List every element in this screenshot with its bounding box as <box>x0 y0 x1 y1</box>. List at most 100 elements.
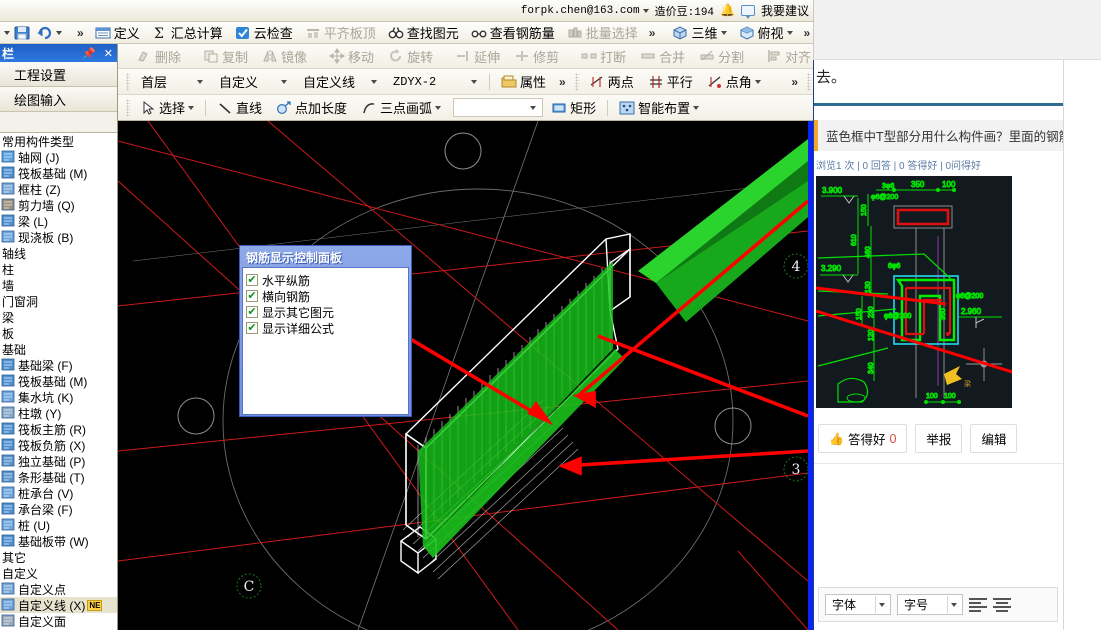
toolbar-button-copy[interactable]: 复制 <box>197 46 254 66</box>
nav-button-project-settings[interactable]: 工程设置 <box>0 62 117 87</box>
toolbar-button-rotate[interactable]: 旋转 <box>382 46 439 66</box>
checkbox[interactable]: ✔ <box>246 306 258 318</box>
toolbar-overflow-4[interactable]: » <box>554 75 571 89</box>
align-center-icon[interactable] <box>993 597 1011 612</box>
cad-drawing-image[interactable]: 3.900 3.290 2.960 3φ6 350 100 φ6@200 150… <box>816 176 1012 408</box>
toolbar-overflow-1[interactable]: » <box>644 26 661 40</box>
tree-item-17[interactable]: 柱墩 (Y) <box>0 405 117 421</box>
toolbar-button-extend[interactable]: 延伸 <box>449 46 506 66</box>
undo-caret-icon[interactable] <box>56 30 62 35</box>
toolbar-button-view-rebar-qty[interactable]: 查看钢筋量 <box>465 23 561 43</box>
toolbar-button-split[interactable]: 分割 <box>693 46 750 66</box>
component-tree[interactable]: 常用构件类型 轴网 (J) 筏板基础 (M) 框柱 (Z) 剪力墙 (Q) 梁 (L) 现浇… <box>0 132 117 630</box>
rebar-option-row-1[interactable]: ✔ 横向钢筋 <box>246 288 405 304</box>
chevron-down-icon[interactable] <box>280 79 287 84</box>
draw-parallel-button[interactable]: 平行 <box>642 72 699 92</box>
suggest-button[interactable]: 我要建议 <box>761 2 809 19</box>
chevron-down-icon[interactable] <box>754 79 761 84</box>
chevron-down-icon[interactable] <box>693 105 700 110</box>
toolbar-button-summary-calc[interactable]: Σ 汇总计算 <box>146 23 229 43</box>
smart-layout-button[interactable]: 智能布置 <box>613 98 705 118</box>
checkbox[interactable]: ✔ <box>246 322 258 334</box>
toolbar-button-align-slab-top[interactable]: 平齐板顶 <box>299 23 382 43</box>
toolbar-button-align[interactable]: 对齐 <box>760 46 813 66</box>
toolbar-button-cloud-check[interactable]: 云检查 <box>229 23 299 43</box>
chevron-down-icon[interactable] <box>435 105 442 110</box>
rebar-display-dialog[interactable]: 钢筋显示控制面板 ✔ 水平纵筋 ✔ 横向钢筋 ✔ 显示其它图元 ✔ 显示详细公式 <box>239 245 412 417</box>
pin-icon[interactable]: 📌 <box>78 47 100 60</box>
action-button-0[interactable]: 👍 答得好 0 <box>818 424 908 453</box>
chevron-down-icon[interactable] <box>470 79 477 84</box>
tree-item-14[interactable]: 基础梁 (F) <box>0 357 117 373</box>
question-title[interactable]: 蓝色框中T型部分用什么构件画？里面的钢筋如何 <box>814 120 1063 151</box>
3d-drawing-canvas[interactable]: C 4 3 钢筋显示控制面板 ✔ 水平纵筋 ✔ 横向钢筋 ✔ 显示其它图元 ✔ 显示详细公式 <box>118 121 808 630</box>
chevron-down-icon[interactable] <box>720 30 727 35</box>
tree-item-5[interactable]: 梁 (L) <box>0 213 117 229</box>
toolbar-grip[interactable] <box>126 72 130 91</box>
quickaccess-caret-icon[interactable] <box>4 30 10 35</box>
speech-bubble-icon[interactable] <box>740 5 755 19</box>
tree-item-24[interactable]: 桩 (U) <box>0 517 117 533</box>
tree-item-15[interactable]: 筏板基础 (M) <box>0 373 117 389</box>
font-family-select[interactable]: 字体 <box>825 594 891 615</box>
tree-item-13[interactable]: 基础 <box>0 341 117 357</box>
tree-item-1[interactable]: 轴网 (J) <box>0 149 117 165</box>
chevron-down-icon[interactable] <box>951 602 957 607</box>
line-tool-button[interactable]: 直线 <box>211 98 268 118</box>
close-icon[interactable]: ✕ <box>100 47 117 60</box>
tree-item-18[interactable]: 筏板主筋 (R) <box>0 421 117 437</box>
toolbar-grip[interactable] <box>126 98 130 117</box>
chevron-down-icon[interactable] <box>196 79 203 84</box>
tree-item-21[interactable]: 条形基础 (T) <box>0 469 117 485</box>
toolbar-button-break[interactable]: 打断 <box>575 46 632 66</box>
toolbar-button-define[interactable]: 定义 <box>89 23 146 43</box>
tree-item-3[interactable]: 框柱 (Z) <box>0 181 117 197</box>
toolbar-button-batch-select[interactable]: 批量选择 <box>561 23 644 43</box>
rebar-option-row-2[interactable]: ✔ 显示其它图元 <box>246 304 405 320</box>
tree-item-23[interactable]: 承台梁 (F) <box>0 501 117 517</box>
tree-item-8[interactable]: 柱 <box>0 261 117 277</box>
align-left-icon[interactable] <box>969 597 987 612</box>
account-email-dropdown[interactable]: forpk.chen@163.com <box>521 5 649 17</box>
toolbar-button-move[interactable]: 移动 <box>323 46 380 66</box>
tree-item-27[interactable]: 自定义 <box>0 565 117 581</box>
rectangle-tool-button[interactable]: 矩形 <box>545 98 602 118</box>
tree-item-10[interactable]: 门窗洞 <box>0 293 117 309</box>
draw-point-angle-button[interactable]: 点角 <box>701 72 767 92</box>
category-combo[interactable]: 自定义 <box>212 72 294 91</box>
chevron-down-icon[interactable] <box>529 105 536 110</box>
answer-editor[interactable]: 字体 字号 <box>818 587 1058 622</box>
tree-item-7[interactable]: 轴线 <box>0 245 117 261</box>
tree-item-19[interactable]: 筏板负筋 (X) <box>0 437 117 453</box>
tree-item-6[interactable]: 现浇板 (B) <box>0 229 117 245</box>
tree-item-29[interactable]: 自定义线 (X) NE <box>0 597 117 613</box>
checkbox[interactable]: ✔ <box>246 274 258 286</box>
element-type-combo[interactable]: 自定义线 <box>296 72 384 91</box>
draw-option-combo[interactable] <box>453 98 544 117</box>
chevron-down-icon[interactable] <box>370 79 377 84</box>
chevron-down-icon[interactable] <box>879 602 885 607</box>
rebar-option-row-3[interactable]: ✔ 显示详细公式 <box>246 320 405 336</box>
undo-icon[interactable] <box>36 25 52 41</box>
nav-button-drawing-input[interactable]: 绘图输入 <box>0 87 117 112</box>
action-button-2[interactable]: 编辑 <box>970 424 1018 453</box>
tree-item-26[interactable]: 其它 <box>0 549 117 565</box>
toolbar-button-3d-view[interactable]: 三维 <box>666 23 732 43</box>
tree-item-16[interactable]: 集水坑 (K) <box>0 389 117 405</box>
toolbar-button-top-view[interactable]: 俯视 <box>733 23 799 43</box>
element-name-combo[interactable]: ZDYX-2 <box>386 72 484 91</box>
tree-item-22[interactable]: 桩承台 (V) <box>0 485 117 501</box>
chevron-down-icon[interactable] <box>188 105 195 110</box>
arc-tool-button[interactable]: 三点画弧 <box>355 98 447 118</box>
point-length-tool-button[interactable]: 点加长度 <box>270 98 353 118</box>
tree-item-30[interactable]: 自定义面 <box>0 613 117 629</box>
rebar-option-row-0[interactable]: ✔ 水平纵筋 <box>246 272 405 288</box>
select-tool-button[interactable]: 选择 <box>134 98 200 118</box>
toolbar-overflow-2[interactable]: » <box>799 26 813 40</box>
tree-item-20[interactable]: 独立基础 (P) <box>0 453 117 469</box>
toolbar-button-mirror[interactable]: 镜像 <box>256 46 313 66</box>
toolbar-button-delete[interactable]: 删除 <box>130 46 187 66</box>
tree-item-2[interactable]: 筏板基础 (M) <box>0 165 117 181</box>
toolbar-overflow-5[interactable]: » <box>786 75 803 89</box>
font-size-select[interactable]: 字号 <box>897 594 963 615</box>
